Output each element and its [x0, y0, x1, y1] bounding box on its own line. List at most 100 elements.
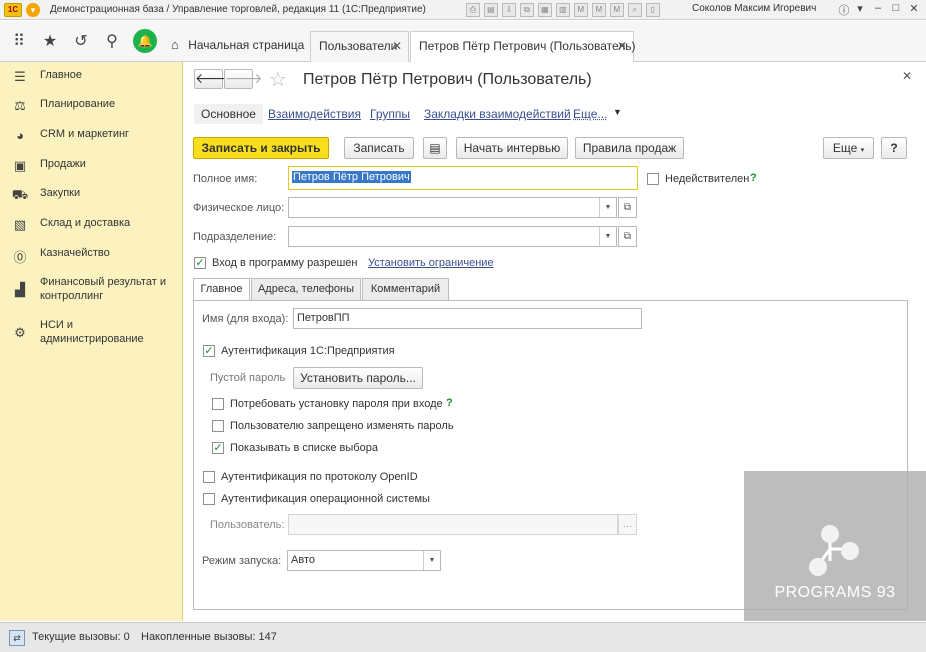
gear-icon: ⚙	[14, 325, 26, 340]
finance-chart-icon: ▟	[15, 282, 25, 297]
full-name-input[interactable]: Петров Пётр Петрович	[288, 166, 638, 190]
memory-plus-icon[interactable]: M	[591, 2, 606, 17]
memory-minus-icon[interactable]: M	[609, 2, 624, 17]
chevron-down-icon[interactable]: ▼	[599, 227, 616, 246]
tab-current-user[interactable]: Петров Пётр Петрович (Пользователь) ✕	[410, 31, 636, 63]
os-user-label: Пользователь:	[210, 519, 285, 531]
os-user-select-icon[interactable]: …	[618, 514, 637, 535]
launch-mode-select[interactable]: Авто ▼	[287, 550, 441, 571]
tab-inner-main[interactable]: Главное	[193, 278, 250, 301]
open-department-icon[interactable]: ⧉	[618, 226, 637, 247]
sidebar-item-crm[interactable]: ◕ CRM и маркетинг	[0, 127, 183, 143]
panel-icon[interactable]: ▯	[645, 2, 660, 17]
invalid-checkbox[interactable]	[647, 173, 659, 185]
show-in-list-checkbox[interactable]: ✓	[212, 442, 224, 454]
os-auth-checkbox[interactable]	[203, 493, 215, 505]
search-icon[interactable]: ⚲	[99, 29, 125, 55]
crm-icon: ◕	[16, 128, 24, 143]
info-icon[interactable]: ⓘ	[836, 2, 852, 18]
more-actions-button[interactable]: Еще ▾	[823, 137, 874, 159]
tab-users[interactable]: Пользователи ✕	[310, 31, 409, 62]
help-button[interactable]: ?	[881, 137, 907, 159]
section-main[interactable]: Основное	[194, 104, 263, 124]
apps-grid-icon[interactable]: ⠿	[6, 29, 32, 55]
full-name-value: Петров Пётр Петрович	[292, 171, 411, 183]
sales-rules-button[interactable]: Правила продаж	[575, 137, 684, 159]
forbid-change-checkbox[interactable]	[212, 420, 224, 432]
sidebar-item-sales[interactable]: ▣ Продажи	[0, 157, 183, 174]
chevron-down-icon[interactable]: ▼	[613, 107, 622, 117]
sidebar-item-purchases[interactable]: ⛟ Закупки	[0, 186, 183, 205]
person-select[interactable]: ▼	[288, 197, 617, 218]
save-icon[interactable]: ▤	[483, 2, 498, 17]
sidebar-item-treasury[interactable]: ⓪ Казначейство	[0, 246, 183, 266]
maximize-icon[interactable]: □	[888, 2, 904, 14]
launch-mode-value: Авто	[291, 554, 315, 566]
minimize-icon[interactable]: –	[870, 2, 886, 14]
set-password-button[interactable]: Установить пароль...	[293, 367, 423, 389]
login-allowed-checkbox[interactable]: ✓	[194, 257, 206, 269]
print-icon[interactable]: ⎙	[465, 2, 480, 17]
chevron-down-icon[interactable]: ▼	[599, 198, 616, 217]
memory-m-icon[interactable]: M	[573, 2, 588, 17]
export-icon[interactable]: ⇩	[501, 2, 516, 17]
sections-sidebar: ☰ Главное ⚖ Планирование ◕ CRM и маркети…	[0, 62, 183, 621]
help-question-icon[interactable]: ?	[750, 172, 757, 184]
back-arrow-icon[interactable]: 🡐	[194, 69, 233, 89]
auth-1c-checkbox[interactable]: ✓	[203, 345, 215, 357]
main-menu-icon[interactable]: ▾	[26, 2, 40, 17]
close-form-icon[interactable]: ✕	[902, 69, 912, 83]
section-interactions[interactable]: Взаимодействия	[268, 107, 361, 121]
set-restriction-link[interactable]: Установить ограничение	[368, 257, 494, 269]
sidebar-item-main[interactable]: ☰ Главное	[0, 68, 183, 85]
require-password-label: Потребовать установку пароля при входе	[230, 398, 443, 410]
sidebar-item-admin[interactable]: ⚙ НСИ и администрирование	[0, 318, 183, 346]
dropdown-icon[interactable]: ▾	[852, 2, 868, 15]
tab-home[interactable]: ⌂ Начальная страница	[163, 31, 309, 62]
favorite-star-icon[interactable]: ☆	[269, 67, 287, 92]
close-tab-icon[interactable]: ✕	[392, 32, 402, 60]
forward-arrow-icon[interactable]: 🡒	[224, 69, 263, 89]
tab-inner-comment[interactable]: Комментарий	[362, 278, 449, 301]
section-more[interactable]: Еще...	[573, 107, 607, 121]
empty-password-label: Пустой пароль	[210, 372, 286, 384]
os-user-input[interactable]	[288, 514, 618, 535]
sidebar-item-finance[interactable]: ▟ Финансовый результат и контроллинг	[0, 275, 183, 303]
calendar-icon[interactable]: ▥	[555, 2, 570, 17]
login-allowed-label: Вход в программу разрешен	[212, 257, 358, 269]
save-button[interactable]: Записать	[344, 137, 414, 159]
close-tab-icon[interactable]: ✕	[617, 32, 627, 60]
department-select[interactable]: ▼	[288, 226, 617, 247]
sidebar-item-warehouse[interactable]: ▧ Склад и доставка	[0, 216, 183, 233]
notifications-bell-icon[interactable]: 🔔	[133, 29, 157, 53]
start-interview-button[interactable]: Начать интервью	[456, 137, 568, 159]
save-and-close-button[interactable]: Записать и закрыть	[193, 137, 329, 159]
zoom-icon[interactable]: ⌕	[627, 2, 642, 17]
sidebar-item-planning[interactable]: ⚖ Планирование	[0, 97, 183, 114]
tab-inner-addresses[interactable]: Адреса, телефоны	[251, 278, 361, 301]
planning-icon: ⚖	[14, 98, 26, 113]
document-icon[interactable]: ▦	[537, 2, 552, 17]
launch-mode-label: Режим запуска:	[202, 555, 282, 567]
section-bookmarks[interactable]: Закладки взаимодействий	[424, 107, 571, 121]
performance-monitor-icon[interactable]: ⇄	[9, 630, 25, 646]
auth-1c-label: Аутентификация 1С:Предприятия	[221, 345, 395, 357]
login-name-input[interactable]: ПетровПП	[293, 308, 642, 329]
tab-home-label: Начальная страница	[188, 38, 305, 52]
document-list-icon[interactable]: ▤	[423, 137, 447, 159]
section-groups[interactable]: Группы	[370, 107, 410, 121]
open-person-icon[interactable]: ⧉	[618, 197, 637, 218]
chevron-down-icon[interactable]: ▼	[423, 551, 440, 570]
accumulated-calls: Накопленные вызовы: 147	[141, 631, 277, 643]
login-name-label: Имя (для входа):	[202, 313, 289, 325]
sidebar-item-label: Главное	[40, 69, 83, 81]
openid-checkbox[interactable]	[203, 471, 215, 483]
close-window-icon[interactable]: ✕	[906, 2, 922, 15]
require-password-checkbox[interactable]	[212, 398, 224, 410]
help-question-icon[interactable]: ?	[446, 397, 453, 409]
full-name-label: Полное имя:	[193, 173, 258, 185]
history-icon[interactable]: ↺	[68, 29, 94, 55]
top-navigation: ⠿ ★ ↺ ⚲ 🔔 ⌂ Начальная страница Пользоват…	[0, 21, 926, 63]
copy-icon[interactable]: ⧉	[519, 2, 534, 17]
favorites-star-icon[interactable]: ★	[37, 29, 63, 55]
